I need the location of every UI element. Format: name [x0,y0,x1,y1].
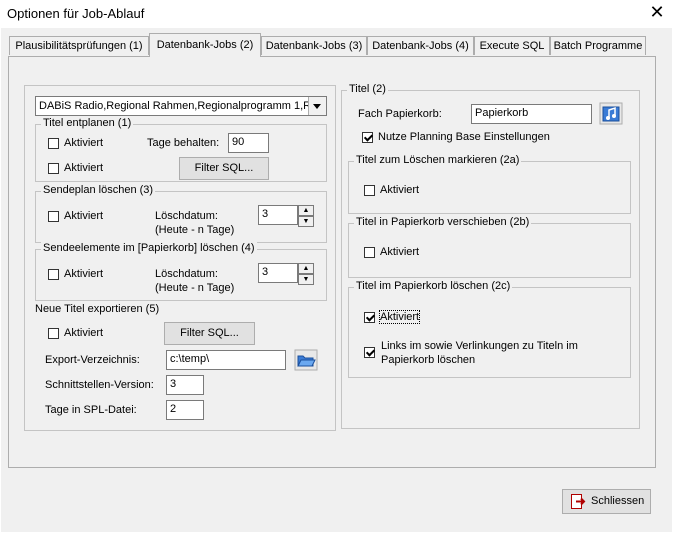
source-combobox-value: DABiS Radio,Regional Rahmen,Regionalprog… [39,100,309,112]
checkbox-label: Aktiviert [64,268,104,280]
titel-entplanen-aktiviert-checkbox[interactable] [48,138,59,149]
markieren-aktiviert-checkbox[interactable] [364,185,375,196]
fach-papierkorb-input[interactable]: Papierkorb [471,104,592,124]
window-title: Optionen für Job-Ablauf [7,6,145,21]
tab-datenbank-jobs-3[interactable]: Datenbank-Jobs (3) [261,36,367,55]
checkbox-label-line-2: Papierkorb löschen [381,354,476,366]
arrow-up-icon[interactable]: ▲ [298,263,314,274]
group-title: Titel im Papierkorb löschen (2c) [354,280,513,292]
tab-label: Execute SQL [479,40,545,52]
schliessen-label: Schliessen [591,495,645,507]
group-title: Titel (2) [347,83,388,95]
filter-sql-button-2[interactable]: Filter SQL... [164,322,255,345]
export-dir-input[interactable]: c:\temp\ [166,350,286,370]
tab-datenbank-jobs-2[interactable]: Datenbank-Jobs (2) [149,33,261,57]
links-loeschen-checkbox[interactable] [364,347,375,358]
export-aktiviert-checkbox[interactable] [48,328,59,339]
sendeplan-aktiviert-checkbox[interactable] [48,211,59,222]
source-combobox[interactable]: DABiS Radio,Regional Rahmen,Regionalprog… [35,96,327,116]
tab-panel: DABiS Radio,Regional Rahmen,Regionalprog… [8,56,656,468]
arrow-up-icon[interactable]: ▲ [298,205,314,216]
checkbox-label: Nutze Planning Base Einstellungen [378,131,550,143]
close-icon[interactable]: ✕ [640,0,674,28]
schnittstellen-version-input[interactable]: 3 [166,375,204,395]
arrow-down-icon[interactable]: ▼ [298,216,314,227]
folder-open-icon[interactable] [294,349,318,371]
tab-label: Plausibilitätsprüfungen (1) [15,40,143,52]
verschieben-aktiviert-checkbox[interactable] [364,247,375,258]
group-title: Titel entplanen (1) [41,117,134,129]
checkbox-label: Aktiviert [380,184,420,196]
sendeplan-days-stepper[interactable]: ▲ ▼ [298,205,314,227]
schliessen-button[interactable]: Schliessen [562,489,651,514]
title-bar: Optionen für Job-Ablauf ✕ [0,0,674,28]
titel-entplanen-filter-aktiviert-checkbox[interactable] [48,163,59,174]
tab-label: Datenbank-Jobs (2) [156,39,254,51]
group-title: Sendeelemente im [Papierkorb] löschen (4… [41,242,257,254]
music-note-icon[interactable] [599,102,623,125]
tab-label: Batch Programme [553,40,643,52]
arrow-down-icon[interactable]: ▼ [298,274,314,285]
tab-label: Datenbank-Jobs (4) [372,40,469,52]
tage-spl-label: Tage in SPL-Datei: [45,404,137,416]
schnittstellen-version-label: Schnittstellen-Version: [45,379,154,391]
tab-execute-sql[interactable]: Execute SQL [474,36,550,55]
checkbox-label: Aktiviert [64,327,104,339]
loeschdatum-label: Löschdatum: [155,268,218,280]
group-title: Neue Titel exportieren (5) [33,303,162,315]
chevron-down-icon[interactable] [308,97,326,115]
checkbox-label: Aktiviert [64,210,104,222]
checkbox-label: Aktiviert [380,246,420,258]
papierkorb-loeschen-aktiviert-checkbox[interactable] [364,312,375,323]
loeschdatum-label: Löschdatum: [155,210,218,222]
sendeelemente-aktiviert-checkbox[interactable] [48,269,59,280]
checkbox-label: Aktiviert [378,310,421,324]
tab-datenbank-jobs-4[interactable]: Datenbank-Jobs (4) [367,36,474,55]
sendeplan-days-input[interactable]: 3 [258,205,298,225]
group-title: Sendeplan löschen (3) [41,184,156,196]
loeschdatum-hint: (Heute - n Tage) [155,282,235,294]
tage-behalten-input[interactable]: 90 [228,133,269,153]
fach-papierkorb-label: Fach Papierkorb: [358,108,442,120]
filter-sql-button-1[interactable]: Filter SQL... [179,157,269,180]
group-title: Titel zum Löschen markieren (2a) [354,154,522,166]
checkbox-label: Aktiviert [64,137,104,149]
checkbox-label-line-1: Links im sowie Verlinkungen zu Titeln im [381,340,578,352]
sendeelemente-days-input[interactable]: 3 [258,263,298,283]
tab-plausibilitaetspruefungen[interactable]: Plausibilitätsprüfungen (1) [9,36,149,55]
loeschdatum-hint: (Heute - n Tage) [155,224,235,236]
tab-batch-programme[interactable]: Batch Programme [550,36,646,55]
tab-label: Datenbank-Jobs (3) [265,40,363,52]
sendeelemente-days-stepper[interactable]: ▲ ▼ [298,263,314,285]
group-title: Titel in Papierkorb verschieben (2b) [354,216,532,228]
checkbox-label: Aktiviert [64,162,104,174]
tage-spl-input[interactable]: 2 [166,400,204,420]
exit-icon [571,494,586,509]
tage-behalten-label: Tage behalten: [147,137,220,149]
export-dir-label: Export-Verzeichnis: [45,354,140,366]
nutze-planning-checkbox[interactable] [362,132,373,143]
